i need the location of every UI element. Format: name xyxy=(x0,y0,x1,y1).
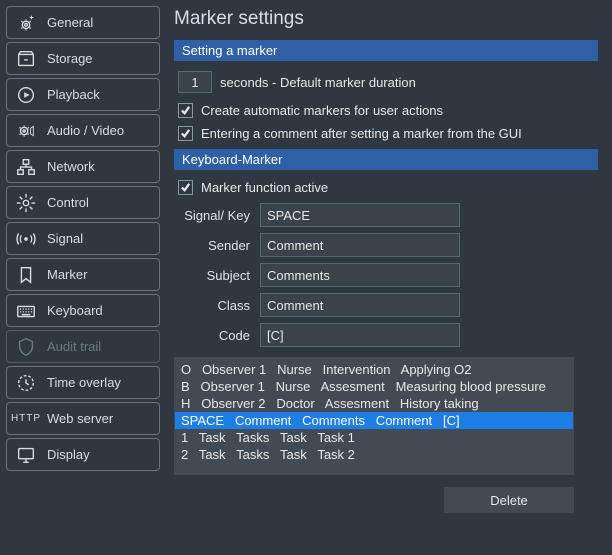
sender-input[interactable] xyxy=(260,233,460,257)
sidebar-item-web-server[interactable]: HTTP Web server xyxy=(6,402,160,435)
sidebar-item-label: Network xyxy=(47,159,95,174)
sidebar-item-audit-trail[interactable]: Audit trail xyxy=(6,330,160,363)
section-setting-marker: Setting a marker xyxy=(174,40,598,61)
list-item[interactable]: 1 Task Tasks Task Task 1 xyxy=(175,429,573,446)
sidebar-item-network[interactable]: Network xyxy=(6,150,160,183)
bookmark-icon xyxy=(15,264,37,286)
sidebar-item-label: Keyboard xyxy=(47,303,103,318)
section-keyboard-marker: Keyboard-Marker xyxy=(174,149,598,170)
shield-icon xyxy=(15,336,37,358)
list-item[interactable]: 2 Task Tasks Task Task 2 xyxy=(175,446,573,463)
code-label: Code xyxy=(174,328,260,343)
sidebar-item-label: Audio / Video xyxy=(47,123,124,138)
sidebar: General Storage Playback Audio / Video N… xyxy=(0,0,160,555)
sidebar-item-control[interactable]: Control xyxy=(6,186,160,219)
signal-key-label: Signal/ Key xyxy=(174,208,260,223)
comment-after-label: Entering a comment after setting a marke… xyxy=(201,126,522,141)
subject-input[interactable] xyxy=(260,263,460,287)
sidebar-item-label: Web server xyxy=(47,411,113,426)
auto-markers-checkbox[interactable] xyxy=(178,103,193,118)
default-duration-label: seconds - Default marker duration xyxy=(220,75,416,90)
sidebar-item-label: General xyxy=(47,15,93,30)
list-item[interactable]: H Observer 2 Doctor Assesment History ta… xyxy=(175,395,573,412)
http-icon: HTTP xyxy=(15,408,37,430)
storage-icon xyxy=(15,48,37,70)
sidebar-item-label: Time overlay xyxy=(47,375,121,390)
list-item[interactable]: SPACE Comment Comments Comment [C] xyxy=(175,412,573,429)
sidebar-item-time-overlay[interactable]: Time overlay xyxy=(6,366,160,399)
signal-key-input[interactable] xyxy=(260,203,460,227)
comment-after-checkbox[interactable] xyxy=(178,126,193,141)
keyboard-icon xyxy=(15,300,37,322)
sidebar-item-label: Display xyxy=(47,447,90,462)
control-icon xyxy=(15,192,37,214)
sidebar-item-label: Control xyxy=(47,195,89,210)
sidebar-item-audio-video[interactable]: Audio / Video xyxy=(6,114,160,147)
sidebar-item-storage[interactable]: Storage xyxy=(6,42,160,75)
signal-icon xyxy=(15,228,37,250)
clock-icon xyxy=(15,372,37,394)
marker-list[interactable]: O Observer 1 Nurse Intervention Applying… xyxy=(174,357,574,475)
gear-sparkle-icon xyxy=(15,12,37,34)
list-item[interactable]: B Observer 1 Nurse Assesment Measuring b… xyxy=(175,378,573,395)
sidebar-item-label: Audit trail xyxy=(47,339,101,354)
display-icon xyxy=(15,444,37,466)
sender-label: Sender xyxy=(174,238,260,253)
class-input[interactable] xyxy=(260,293,460,317)
main-panel: Marker settings Setting a marker seconds… xyxy=(160,0,612,555)
sidebar-item-signal[interactable]: Signal xyxy=(6,222,160,255)
play-circle-icon xyxy=(15,84,37,106)
marker-active-checkbox[interactable] xyxy=(178,180,193,195)
default-duration-input[interactable] xyxy=(178,71,212,93)
sidebar-item-general[interactable]: General xyxy=(6,6,160,39)
page-title: Marker settings xyxy=(174,8,598,30)
sidebar-item-marker[interactable]: Marker xyxy=(6,258,160,291)
auto-markers-label: Create automatic markers for user action… xyxy=(201,103,443,118)
subject-label: Subject xyxy=(174,268,260,283)
sidebar-item-display[interactable]: Display xyxy=(6,438,160,471)
sidebar-item-label: Playback xyxy=(47,87,100,102)
code-input[interactable] xyxy=(260,323,460,347)
delete-button[interactable]: Delete xyxy=(444,487,574,513)
list-item[interactable]: O Observer 1 Nurse Intervention Applying… xyxy=(175,361,573,378)
network-icon xyxy=(15,156,37,178)
sidebar-item-label: Signal xyxy=(47,231,83,246)
sidebar-item-label: Storage xyxy=(47,51,93,66)
gear-av-icon xyxy=(15,120,37,142)
marker-active-label: Marker function active xyxy=(201,180,328,195)
class-label: Class xyxy=(174,298,260,313)
sidebar-item-playback[interactable]: Playback xyxy=(6,78,160,111)
sidebar-item-label: Marker xyxy=(47,267,87,282)
sidebar-item-keyboard[interactable]: Keyboard xyxy=(6,294,160,327)
